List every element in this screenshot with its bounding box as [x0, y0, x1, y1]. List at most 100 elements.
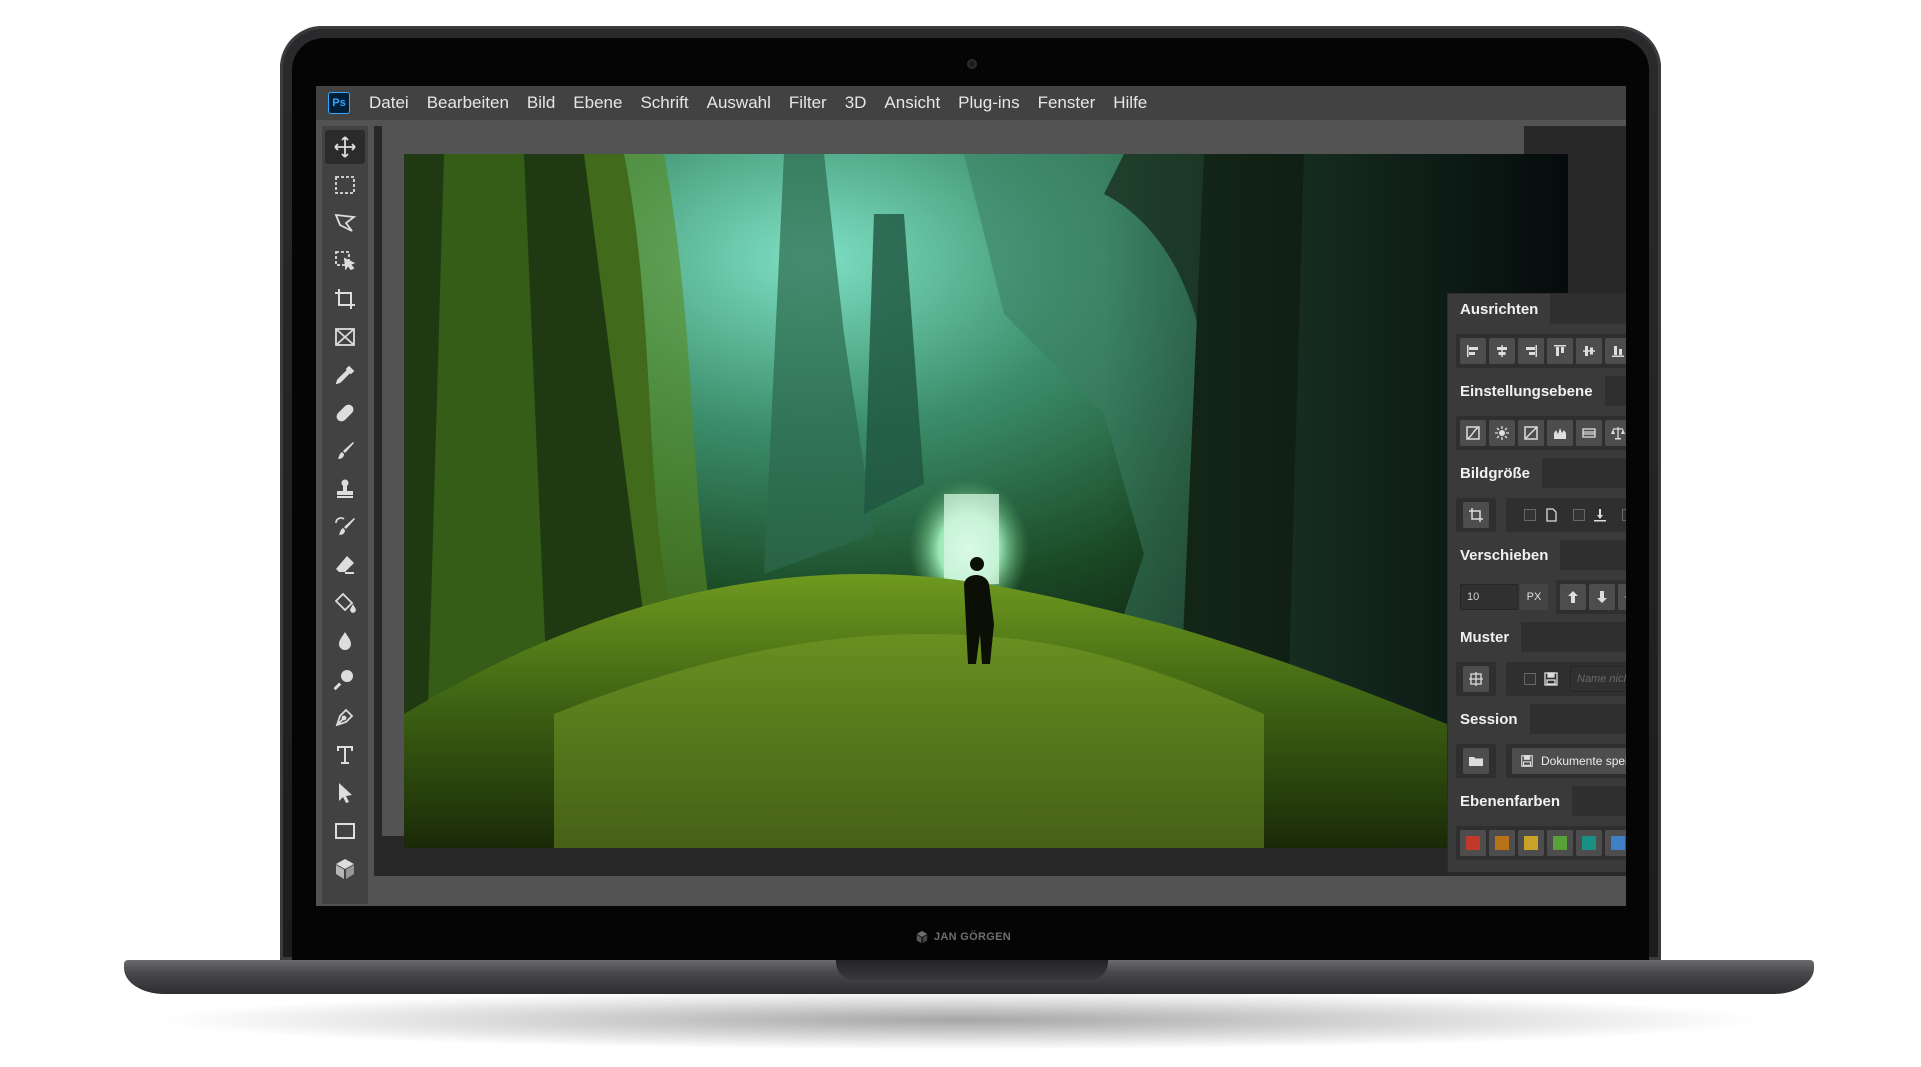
move-left-button[interactable] — [1618, 584, 1626, 610]
crop-tool[interactable] — [325, 282, 365, 316]
arrow-down-icon — [1597, 591, 1607, 603]
move-down-button[interactable] — [1589, 584, 1615, 610]
lasso-icon — [334, 213, 357, 232]
menu-hilfe[interactable]: Hilfe — [1104, 93, 1156, 113]
menu-3d[interactable]: 3D — [836, 93, 876, 113]
arrow-up-icon — [1568, 591, 1578, 603]
type-tool[interactable] — [325, 738, 365, 772]
history-brush-tool[interactable] — [325, 510, 365, 544]
dodge-tool[interactable] — [325, 662, 365, 696]
layer-color-swatch[interactable] — [1576, 830, 1602, 856]
stamp-icon — [337, 479, 353, 498]
pattern-save-button[interactable] — [1538, 666, 1564, 692]
align-hcenter-button[interactable] — [1489, 338, 1515, 364]
lasso-tool[interactable] — [325, 206, 365, 240]
save-and-close-button[interactable]: Dokumente speichern und schließen — [1512, 748, 1626, 774]
3d-tool[interactable] — [325, 852, 365, 886]
layer-color-swatch[interactable] — [1518, 830, 1544, 856]
healing-tool[interactable] — [325, 396, 365, 430]
brightness-button[interactable] — [1489, 420, 1515, 446]
resize-checkbox[interactable] — [1524, 509, 1536, 521]
color-balance-button[interactable] — [1605, 420, 1626, 446]
path-select-icon — [339, 783, 352, 803]
brush-tool[interactable] — [325, 434, 365, 468]
section-muster: Muster Name nicht benötigt! — [1448, 622, 1626, 704]
align-right-button[interactable] — [1518, 338, 1544, 364]
menu-auswahl[interactable]: Auswahl — [698, 93, 780, 113]
swatch-color — [1553, 836, 1567, 850]
pen-tool[interactable] — [325, 700, 365, 734]
move-up-button[interactable] — [1560, 584, 1586, 610]
align-vcenter-button[interactable] — [1576, 338, 1602, 364]
layer-color-swatch[interactable] — [1489, 830, 1515, 856]
blur-tool[interactable] — [325, 624, 365, 658]
align-top-button[interactable] — [1547, 338, 1573, 364]
pattern-save-checkbox[interactable] — [1524, 673, 1536, 685]
exposure-icon — [1524, 426, 1538, 440]
pen-icon — [335, 708, 354, 727]
pattern-define-button[interactable] — [1463, 666, 1489, 692]
brand-logo-icon — [916, 930, 928, 944]
object-select-tool[interactable] — [325, 244, 365, 278]
export-checkbox[interactable] — [1573, 509, 1585, 521]
marquee-tool[interactable] — [325, 168, 365, 202]
object-select-icon — [335, 251, 356, 271]
menu-plugins[interactable]: Plug-ins — [949, 93, 1028, 113]
section-title: Ausrichten — [1448, 294, 1551, 324]
section-title: Bildgröße — [1448, 458, 1542, 488]
brightness-icon — [1495, 426, 1509, 440]
pattern-name-input[interactable]: Name nicht benötigt! — [1570, 666, 1626, 692]
curves-button[interactable] — [1460, 420, 1486, 446]
tools-panel — [322, 126, 368, 904]
crop-icon — [1469, 508, 1483, 522]
pattern-icon — [1469, 672, 1483, 686]
levels-button[interactable] — [1547, 420, 1573, 446]
rectangle-tool[interactable] — [325, 814, 365, 848]
swatch-color — [1495, 836, 1509, 850]
menu-ansicht[interactable]: Ansicht — [875, 93, 949, 113]
stamp-tool[interactable] — [325, 472, 365, 506]
move-distance-unit[interactable]: PX — [1520, 584, 1548, 610]
move-icon — [334, 136, 356, 158]
tools-panel-right: Ausrichten Einstellungsebene Bildgröße V… — [1448, 294, 1626, 872]
menu-bearbeiten[interactable]: Bearbeiten — [418, 93, 518, 113]
laptop-notch — [836, 960, 1108, 980]
menu-datei[interactable]: Datei — [360, 93, 418, 113]
menu-ebene[interactable]: Ebene — [564, 93, 631, 113]
crop-icon — [335, 289, 355, 309]
eyedropper-tool[interactable] — [325, 358, 365, 392]
section-title: Muster — [1448, 622, 1522, 652]
align-bottom-button[interactable] — [1605, 338, 1626, 364]
laptop-shadow — [150, 990, 1770, 1050]
section-ausrichten: Ausrichten — [1448, 294, 1626, 376]
layer-color-swatch[interactable] — [1605, 830, 1626, 856]
clipboard-checkbox[interactable] — [1622, 509, 1626, 521]
menu-bild[interactable]: Bild — [518, 93, 564, 113]
photoshop-logo-icon[interactable]: Ps — [328, 92, 350, 114]
layer-color-swatch[interactable] — [1460, 830, 1486, 856]
paint-bucket-tool[interactable] — [325, 586, 365, 620]
move-tool[interactable] — [325, 130, 365, 164]
layer-color-swatch[interactable] — [1547, 830, 1573, 856]
frame-icon — [335, 328, 355, 346]
menu-schrift[interactable]: Schrift — [631, 93, 697, 113]
export-button[interactable] — [1587, 502, 1613, 528]
menu-fenster[interactable]: Fenster — [1029, 93, 1105, 113]
eraser-tool[interactable] — [325, 548, 365, 582]
menu-filter[interactable]: Filter — [780, 93, 836, 113]
frame-tool[interactable] — [325, 320, 365, 354]
hue-saturation-button[interactable] — [1576, 420, 1602, 446]
dodge-icon — [333, 670, 353, 691]
session-open-button[interactable] — [1463, 748, 1489, 774]
section-ebenenfarben: Ebenenfarben — [1448, 786, 1626, 868]
3d-icon — [336, 859, 354, 879]
swatch-color — [1524, 836, 1538, 850]
exposure-button[interactable] — [1518, 420, 1544, 446]
resize-file-button[interactable] — [1538, 502, 1564, 528]
brand-text: JAN GÖRGEN — [934, 931, 1011, 943]
align-left-button[interactable] — [1460, 338, 1486, 364]
canvas-crop-button[interactable] — [1463, 502, 1489, 528]
move-distance-input[interactable]: 10 — [1460, 584, 1518, 610]
levels-icon — [1554, 428, 1566, 439]
path-select-tool[interactable] — [325, 776, 365, 810]
